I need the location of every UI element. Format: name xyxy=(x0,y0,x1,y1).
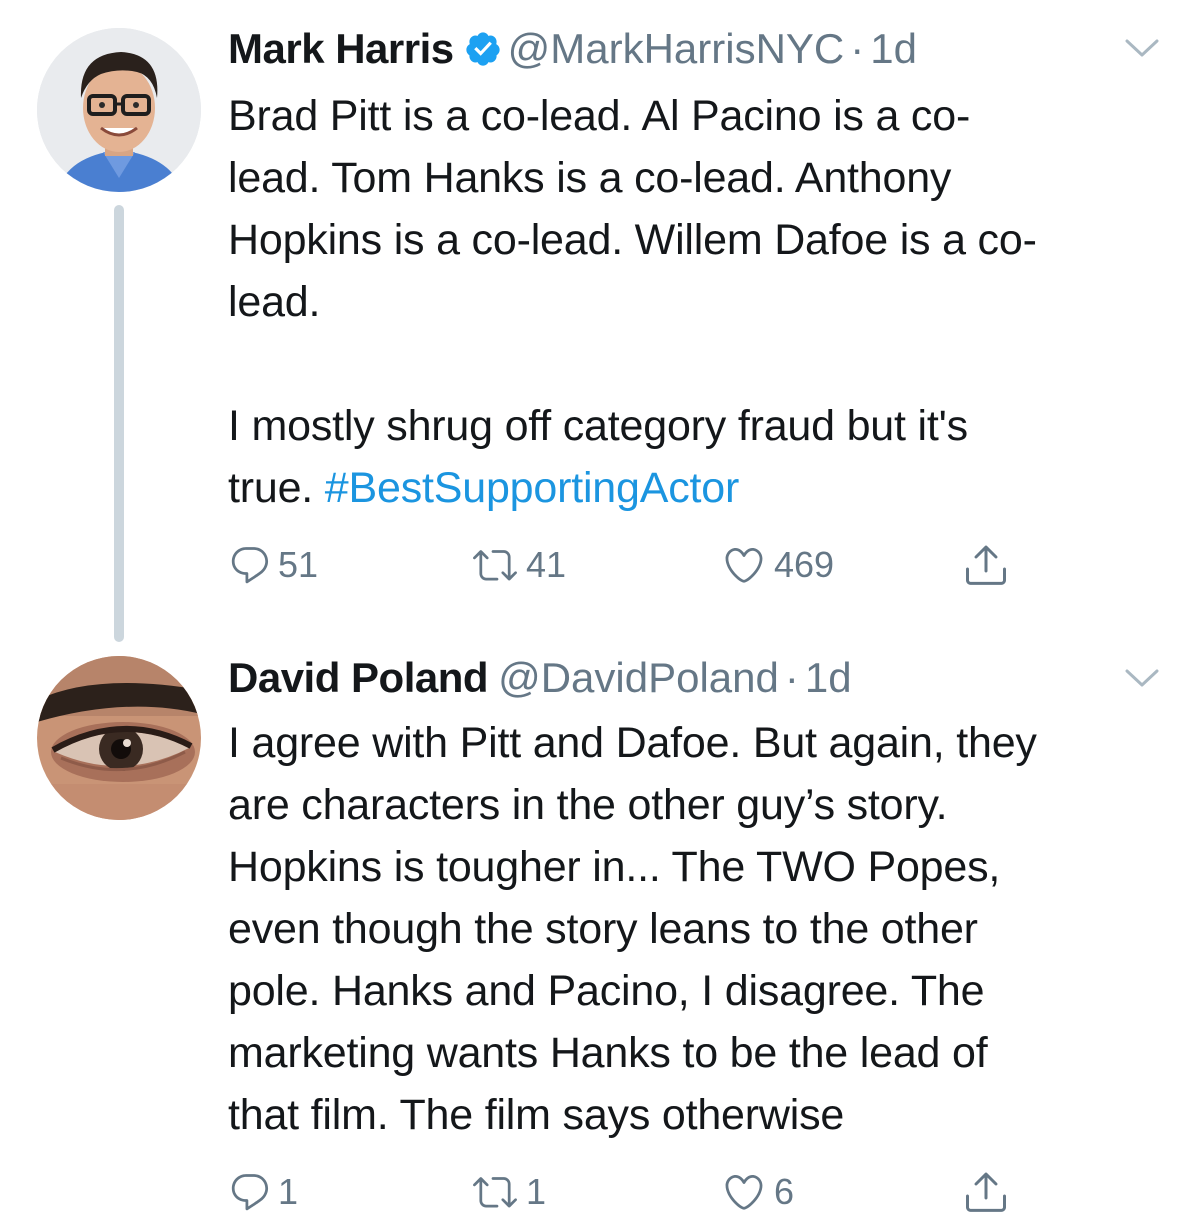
eye-closeup-avatar-icon xyxy=(37,656,201,820)
share-icon xyxy=(966,545,1006,585)
retweet-icon xyxy=(473,550,517,581)
tweet-text-main: I agree with Pitt and Dafoe. But again, … xyxy=(228,719,1037,1139)
author-handle[interactable]: @MarkHarrisNYC xyxy=(508,24,845,74)
retweet-count: 1 xyxy=(526,1171,547,1212)
thread-connector-line xyxy=(114,205,124,642)
share-button[interactable] xyxy=(962,1167,1010,1217)
like-button[interactable]: 6 xyxy=(720,1167,794,1217)
reply-button[interactable]: 51 xyxy=(228,540,318,590)
retweet-icon xyxy=(473,1177,517,1208)
separator-dot: · xyxy=(850,25,865,72)
like-icon xyxy=(725,1174,763,1210)
like-count: 469 xyxy=(774,544,835,585)
chevron-down-icon[interactable] xyxy=(1125,668,1159,688)
tweet-mark-harris[interactable]: Mark Harris @MarkHarrisNYC · 1d Brad Pit… xyxy=(0,0,1193,642)
share-icon xyxy=(966,1172,1006,1212)
retweet-count: 41 xyxy=(526,544,567,585)
verified-badge-icon xyxy=(464,30,502,68)
chevron-down-icon[interactable] xyxy=(1125,38,1159,58)
tweet-actions: 1 1 6 xyxy=(228,1167,1028,1217)
reply-icon xyxy=(231,547,269,584)
reply-count: 51 xyxy=(278,544,319,585)
reply-button[interactable]: 1 xyxy=(228,1167,298,1217)
tweet-text: I agree with Pitt and Dafoe. But again, … xyxy=(228,712,1163,1146)
avatar-david-poland[interactable] xyxy=(37,656,201,820)
tweet-header: David Poland @DavidPoland · 1d xyxy=(228,653,1153,703)
like-button[interactable]: 469 xyxy=(720,540,834,590)
share-button[interactable] xyxy=(962,540,1010,590)
tweet-timestamp[interactable]: 1d xyxy=(805,653,852,703)
separator-dot: · xyxy=(784,654,799,701)
tweet-actions: 51 41 469 xyxy=(228,540,1028,590)
tweet-timestamp[interactable]: 1d xyxy=(870,24,917,74)
author-handle[interactable]: @DavidPoland xyxy=(498,653,779,703)
like-count: 6 xyxy=(774,1171,795,1212)
like-icon xyxy=(725,547,763,583)
author-display-name[interactable]: Mark Harris xyxy=(228,24,454,74)
hashtag-link[interactable]: #BestSupportingActor xyxy=(325,464,740,512)
author-display-name[interactable]: David Poland xyxy=(228,653,489,703)
retweet-button[interactable]: 41 xyxy=(470,540,566,590)
tweet-header: Mark Harris @MarkHarrisNYC · 1d xyxy=(228,24,1153,74)
tweet-text-main: Brad Pitt is a co-lead. Al Pacino is a c… xyxy=(228,92,1037,512)
avatar-mark-harris[interactable] xyxy=(37,28,201,192)
tweet-david-poland[interactable]: David Poland @DavidPoland · 1d I agree w… xyxy=(0,640,1193,1232)
retweet-button[interactable]: 1 xyxy=(470,1167,546,1217)
person-with-glasses-avatar-icon xyxy=(37,28,201,192)
reply-count: 1 xyxy=(278,1171,299,1212)
tweet-text: Brad Pitt is a co-lead. Al Pacino is a c… xyxy=(228,85,1163,519)
reply-icon xyxy=(231,1174,269,1211)
